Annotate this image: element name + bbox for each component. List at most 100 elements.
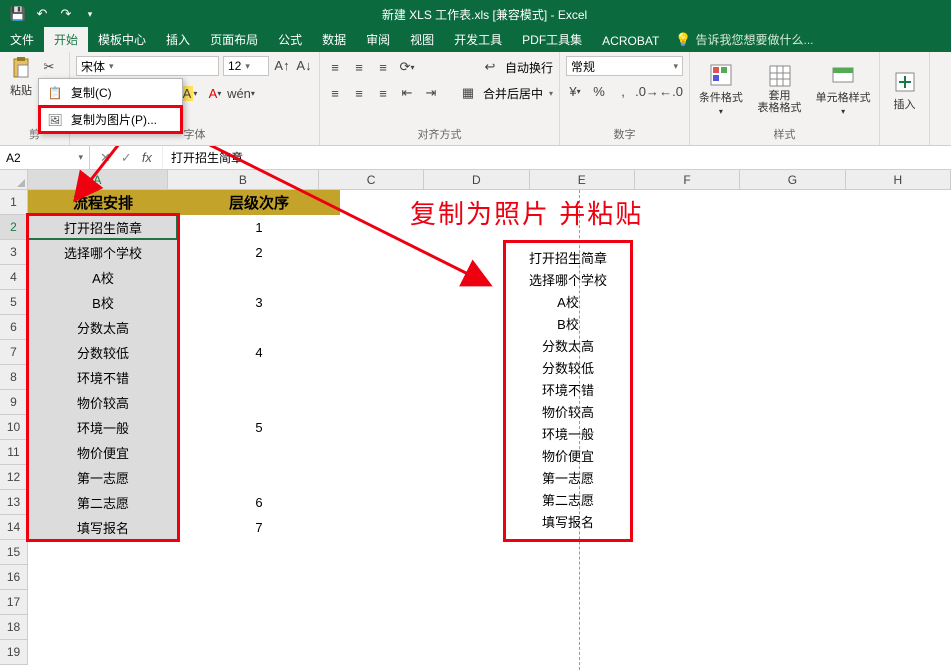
cut-icon[interactable]: ✂ bbox=[40, 58, 58, 76]
align-middle-icon[interactable]: ≡ bbox=[350, 58, 368, 76]
wrap-text-icon[interactable]: ↩ bbox=[481, 58, 499, 76]
col-head-E[interactable]: E bbox=[530, 170, 635, 190]
row-head-2[interactable]: 2 bbox=[0, 215, 28, 240]
cell[interactable]: 流程安排 bbox=[28, 190, 178, 215]
align-bottom-icon[interactable]: ≡ bbox=[374, 58, 392, 76]
col-head-F[interactable]: F bbox=[635, 170, 740, 190]
cell[interactable]: A校 bbox=[28, 265, 178, 290]
cell[interactable]: 5 bbox=[178, 415, 340, 440]
cell[interactable]: 打开招生简章 bbox=[28, 215, 178, 240]
cell[interactable]: 3 bbox=[178, 290, 340, 315]
tab-review[interactable]: 审阅 bbox=[356, 27, 400, 52]
row-head-15[interactable]: 15 bbox=[0, 540, 28, 565]
pasted-picture[interactable]: 打开招生简章选择哪个学校A校B校分数太高分数较低环境不错物价较高环境一般物价便宜… bbox=[513, 248, 623, 534]
cell[interactable]: 1 bbox=[178, 215, 340, 240]
fx-icon[interactable]: fx bbox=[142, 150, 152, 165]
row-head-14[interactable]: 14 bbox=[0, 515, 28, 540]
row-head-5[interactable]: 5 bbox=[0, 290, 28, 315]
tab-dev[interactable]: 开发工具 bbox=[444, 27, 512, 52]
col-head-H[interactable]: H bbox=[846, 170, 951, 190]
row-head-13[interactable]: 13 bbox=[0, 490, 28, 515]
align-left-icon[interactable]: ≡ bbox=[326, 84, 344, 102]
dec-decimal-icon[interactable]: ←.0 bbox=[662, 82, 680, 100]
cell[interactable]: 4 bbox=[178, 340, 340, 365]
select-all-triangle[interactable] bbox=[0, 170, 28, 190]
cell[interactable]: 选择哪个学校 bbox=[28, 240, 178, 265]
col-head-D[interactable]: D bbox=[424, 170, 529, 190]
format-as-table-button[interactable]: 套用 表格格式 bbox=[752, 64, 808, 114]
row-head-1[interactable]: 1 bbox=[0, 190, 28, 215]
cell[interactable]: 第一志愿 bbox=[28, 465, 178, 490]
redo-icon[interactable]: ↷ bbox=[58, 6, 74, 22]
row-head-3[interactable]: 3 bbox=[0, 240, 28, 265]
cell[interactable]: 6 bbox=[178, 490, 340, 515]
number-format-combo[interactable]: 常规▾ bbox=[566, 56, 683, 76]
tab-formulas[interactable]: 公式 bbox=[268, 27, 312, 52]
cell[interactable]: 分数太高 bbox=[28, 315, 178, 340]
cell[interactable]: 7 bbox=[178, 515, 340, 540]
cancel-icon[interactable]: ✕ bbox=[100, 150, 111, 166]
enter-icon[interactable]: ✓ bbox=[121, 150, 132, 166]
merge-icon[interactable]: ▦ bbox=[459, 84, 477, 102]
insert-button[interactable]: 插入 bbox=[887, 70, 923, 112]
row-head-19[interactable]: 19 bbox=[0, 640, 28, 665]
decrease-font-icon[interactable]: A↓ bbox=[295, 56, 313, 74]
worksheet-grid[interactable]: ABCDEFGH 12345678910111213141516171819 流… bbox=[0, 170, 951, 671]
phonetic-icon[interactable]: wén▾ bbox=[232, 84, 250, 102]
currency-icon[interactable]: ¥▾ bbox=[566, 82, 584, 100]
increase-font-icon[interactable]: A↑ bbox=[273, 56, 291, 74]
cell[interactable]: 物价便宜 bbox=[28, 440, 178, 465]
paste-button[interactable]: 粘贴 bbox=[4, 56, 38, 98]
indent-inc-icon[interactable]: ⇥ bbox=[422, 84, 440, 102]
conditional-format-button[interactable]: 条件格式▾ bbox=[696, 63, 746, 116]
tab-layout[interactable]: 页面布局 bbox=[200, 27, 268, 52]
row-head-10[interactable]: 10 bbox=[0, 415, 28, 440]
inc-decimal-icon[interactable]: .0→ bbox=[638, 82, 656, 100]
col-head-B[interactable]: B bbox=[168, 170, 319, 190]
formula-input[interactable]: 打开招生简章 bbox=[163, 146, 951, 169]
name-box[interactable]: A2 ▾ bbox=[0, 146, 90, 169]
row-head-11[interactable]: 11 bbox=[0, 440, 28, 465]
align-center-icon[interactable]: ≡ bbox=[350, 84, 368, 102]
qat-more-icon[interactable]: ▾ bbox=[82, 6, 98, 22]
font-name-combo[interactable]: 宋体▾ bbox=[76, 56, 219, 76]
column-headers[interactable]: ABCDEFGH bbox=[28, 170, 951, 190]
cell[interactable]: 环境不错 bbox=[28, 365, 178, 390]
row-headers[interactable]: 12345678910111213141516171819 bbox=[0, 190, 28, 665]
row-head-17[interactable]: 17 bbox=[0, 590, 28, 615]
comma-icon[interactable]: , bbox=[614, 82, 632, 100]
tell-me-box[interactable]: 💡 告诉我您想要做什么... bbox=[669, 27, 819, 52]
align-top-icon[interactable]: ≡ bbox=[326, 58, 344, 76]
save-icon[interactable]: 💾 bbox=[10, 6, 26, 22]
col-head-C[interactable]: C bbox=[319, 170, 424, 190]
cell[interactable]: 物价较高 bbox=[28, 390, 178, 415]
indent-dec-icon[interactable]: ⇤ bbox=[398, 84, 416, 102]
font-color-icon[interactable]: A▾ bbox=[206, 84, 224, 102]
row-head-7[interactable]: 7 bbox=[0, 340, 28, 365]
align-right-icon[interactable]: ≡ bbox=[374, 84, 392, 102]
cell[interactable]: B校 bbox=[28, 290, 178, 315]
menu-item-copy-as-picture[interactable]: 🖼 复制为图片(P)... bbox=[39, 106, 182, 133]
tab-pdf[interactable]: PDF工具集 bbox=[512, 27, 592, 52]
col-head-G[interactable]: G bbox=[740, 170, 845, 190]
cell[interactable]: 分数较低 bbox=[28, 340, 178, 365]
cell-styles-button[interactable]: 单元格样式▾ bbox=[813, 63, 873, 116]
tab-data[interactable]: 数据 bbox=[312, 27, 356, 52]
orientation-icon[interactable]: ⟳▾ bbox=[398, 58, 416, 76]
row-head-6[interactable]: 6 bbox=[0, 315, 28, 340]
row-head-18[interactable]: 18 bbox=[0, 615, 28, 640]
tab-view[interactable]: 视图 bbox=[400, 27, 444, 52]
cell[interactable]: 环境一般 bbox=[28, 415, 178, 440]
row-head-8[interactable]: 8 bbox=[0, 365, 28, 390]
tab-acrobat[interactable]: ACROBAT bbox=[592, 30, 669, 52]
row-head-16[interactable]: 16 bbox=[0, 565, 28, 590]
row-head-9[interactable]: 9 bbox=[0, 390, 28, 415]
tab-template[interactable]: 模板中心 bbox=[88, 27, 156, 52]
percent-icon[interactable]: % bbox=[590, 82, 608, 100]
row-head-4[interactable]: 4 bbox=[0, 265, 28, 290]
row-head-12[interactable]: 12 bbox=[0, 465, 28, 490]
font-size-combo[interactable]: 12▾ bbox=[223, 56, 269, 76]
menu-item-copy[interactable]: 📋 复制(C) bbox=[39, 79, 182, 106]
cell[interactable]: 第二志愿 bbox=[28, 490, 178, 515]
cell[interactable]: 层级次序 bbox=[178, 190, 340, 215]
